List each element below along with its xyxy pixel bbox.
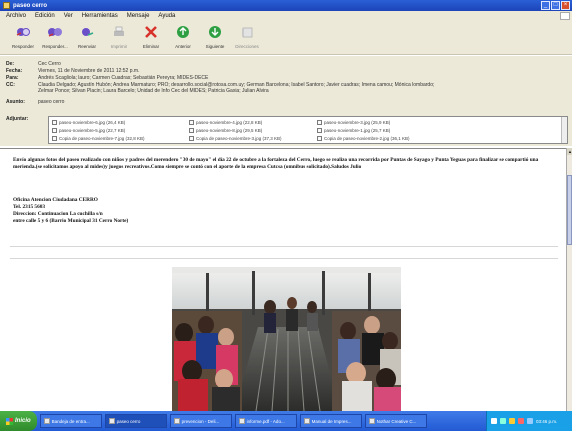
signature-address: Direccion: Continuacion La cuchilla s/n: [13, 211, 103, 217]
minimize-button[interactable]: _: [541, 1, 550, 10]
signature-phone: Tel. 2315 5603: [13, 204, 46, 210]
image-file-icon: [189, 120, 194, 125]
divider: [10, 246, 558, 247]
window-title: paseo cerro: [13, 2, 48, 9]
signature-address-detail: entre calle 5 y 6 (Barrio Municipal 31 C…: [13, 218, 129, 224]
cc-row-continued: Zelmar Ponce; Silvan Placin; Laura Barce…: [38, 88, 269, 94]
image-file-icon: [317, 120, 322, 125]
attachment-item[interactable]: paseo-noviembre-4.jpg (22,8 KB): [189, 119, 262, 126]
from-row: De: Cec Cerro: [6, 61, 61, 67]
subject-value: paseo cerro: [38, 99, 65, 105]
addresses-button[interactable]: Direcciones: [232, 21, 262, 55]
image-file-icon: [52, 136, 57, 141]
taskbar: Inicio Bandeja de entra... paseo cerro p…: [0, 411, 572, 431]
attachment-item[interactable]: paseo-noviembre-3.jpg (25,9 KB): [317, 119, 390, 126]
delete-icon: [143, 24, 159, 40]
menu-ayuda[interactable]: Ayuda: [158, 13, 175, 19]
tray-icon[interactable]: [509, 418, 515, 424]
message-scrollbar[interactable]: ▲: [566, 148, 572, 411]
tray-icon[interactable]: [518, 418, 524, 424]
browser-icon: [173, 418, 180, 424]
scroll-thumb[interactable]: [567, 175, 572, 245]
task-prevencion[interactable]: prevencion - Deli...: [169, 414, 232, 428]
mail-icon: [43, 418, 50, 424]
previous-button[interactable]: Anterior: [168, 21, 198, 55]
subject-row: Asunto: paseo cerro: [6, 99, 65, 105]
image-file-icon: [189, 128, 194, 133]
image-file-icon: [52, 120, 57, 125]
menu-herramientas[interactable]: Herramientas: [82, 13, 118, 19]
reply-all-button[interactable]: Responder...: [40, 21, 70, 55]
reply-all-icon: [47, 24, 63, 40]
clock: 03:46 p.m.: [536, 418, 558, 424]
tray-icon[interactable]: [500, 418, 506, 424]
forward-icon: [79, 24, 95, 40]
image-file-icon: [52, 128, 57, 133]
close-button[interactable]: ×: [561, 1, 570, 10]
menu-archivo[interactable]: Archivo: [6, 13, 26, 19]
attachment-item[interactable]: paseo-noviembre-8.jpg (29,5 KB): [189, 127, 262, 134]
scroll-up-arrow-icon[interactable]: ▲: [567, 148, 572, 155]
start-button[interactable]: Inicio: [0, 411, 37, 431]
attachment-item[interactable]: Copia de paseo-noviembre-7.jpg (32,8 KB): [52, 135, 145, 142]
image-file-icon: [189, 136, 194, 141]
print-icon: [111, 24, 127, 40]
system-tray: 03:46 p.m.: [486, 411, 572, 431]
delete-button[interactable]: Eliminar: [136, 21, 166, 55]
attachments-list: paseo-noviembre-6.jpg (26,4 KB) paseo-no…: [48, 116, 568, 144]
attachments-scrollbar[interactable]: [561, 117, 567, 143]
signature: Oficina Atencion Ciudadana CERRO Tel. 23…: [13, 197, 128, 225]
to-value: Andrés Scagliola; lauro; Carmen Cuadras;…: [38, 75, 209, 81]
next-icon: [207, 24, 223, 40]
divider: [10, 258, 558, 259]
previous-icon: [175, 24, 191, 40]
reply-icon: [15, 24, 31, 40]
menu-mensaje[interactable]: Mensaje: [127, 13, 150, 19]
signature-office: Oficina Atencion Ciudadana CERRO: [13, 197, 98, 203]
next-button[interactable]: Siguiente: [200, 21, 230, 55]
print-button[interactable]: Imprimir: [104, 21, 134, 55]
image-file-icon: [317, 128, 322, 133]
menu-edicion[interactable]: Edición: [35, 13, 55, 19]
tray-icon[interactable]: [527, 418, 533, 424]
image-file-icon: [317, 136, 322, 141]
tray-icon[interactable]: [491, 418, 497, 424]
windows-flag-icon: [6, 417, 13, 425]
task-inbox[interactable]: Bandeja de entra...: [39, 414, 102, 428]
task-manual[interactable]: Manual de Impres...: [299, 414, 362, 428]
attachment-item[interactable]: Copia de paseo-noviembre-2.jpg (36,1 KB): [317, 135, 410, 142]
pdf-icon: [238, 418, 245, 424]
attachment-item[interactable]: Copia de paseo-noviembre-3.jpg (37,3 KB): [189, 135, 282, 142]
toolbar: Responder Responder... Reenviar Imprimir…: [0, 21, 572, 55]
maximize-button[interactable]: □: [551, 1, 560, 10]
message-header: De: Cec Cerro Fecha: Viernes, 11 de Novi…: [0, 56, 572, 146]
cc-value-continued: Zelmar Ponce; Silvan Placin; Laura Barce…: [38, 88, 269, 94]
title-bar: paseo cerro _ □ ×: [0, 0, 572, 11]
mail-icon: [108, 418, 115, 424]
task-paseo-cerro[interactable]: paseo cerro: [104, 414, 167, 428]
attachment-item[interactable]: paseo-noviembre-1.jpg (25,7 KB): [317, 127, 390, 134]
app-icon: [368, 418, 375, 424]
task-creative[interactable]: Nothar Creative C...: [364, 414, 427, 428]
from-value: Cec Cerro: [38, 61, 61, 67]
reply-button[interactable]: Responder: [8, 21, 38, 55]
windows-logo-icon: [560, 12, 570, 20]
to-row: Para: Andrés Scagliola; lauro; Carmen Cu…: [6, 75, 209, 81]
attachment-item[interactable]: paseo-noviembre-5.jpg (22,7 KB): [52, 127, 125, 134]
date-value: Viernes, 11 de Noviembre de 2011 12:52 p…: [38, 68, 140, 74]
menu-ver[interactable]: Ver: [64, 13, 73, 19]
addresses-icon: [239, 24, 255, 40]
pdf-icon: [303, 418, 310, 424]
menu-bar: Archivo Edición Ver Herramientas Mensaje…: [0, 11, 572, 21]
attachment-item[interactable]: paseo-noviembre-6.jpg (26,4 KB): [52, 119, 125, 126]
forward-button[interactable]: Reenviar: [72, 21, 102, 55]
attached-photo: [172, 267, 401, 411]
date-row: Fecha: Viernes, 11 de Noviembre de 2011 …: [6, 68, 140, 74]
attach-row: Adjuntar:: [6, 116, 29, 122]
message-text: Envío algunas fotos del paseo realizado …: [13, 157, 539, 170]
mail-window-icon: [3, 2, 10, 9]
task-informe-pdf[interactable]: informe.pdf - Ado...: [234, 414, 297, 428]
